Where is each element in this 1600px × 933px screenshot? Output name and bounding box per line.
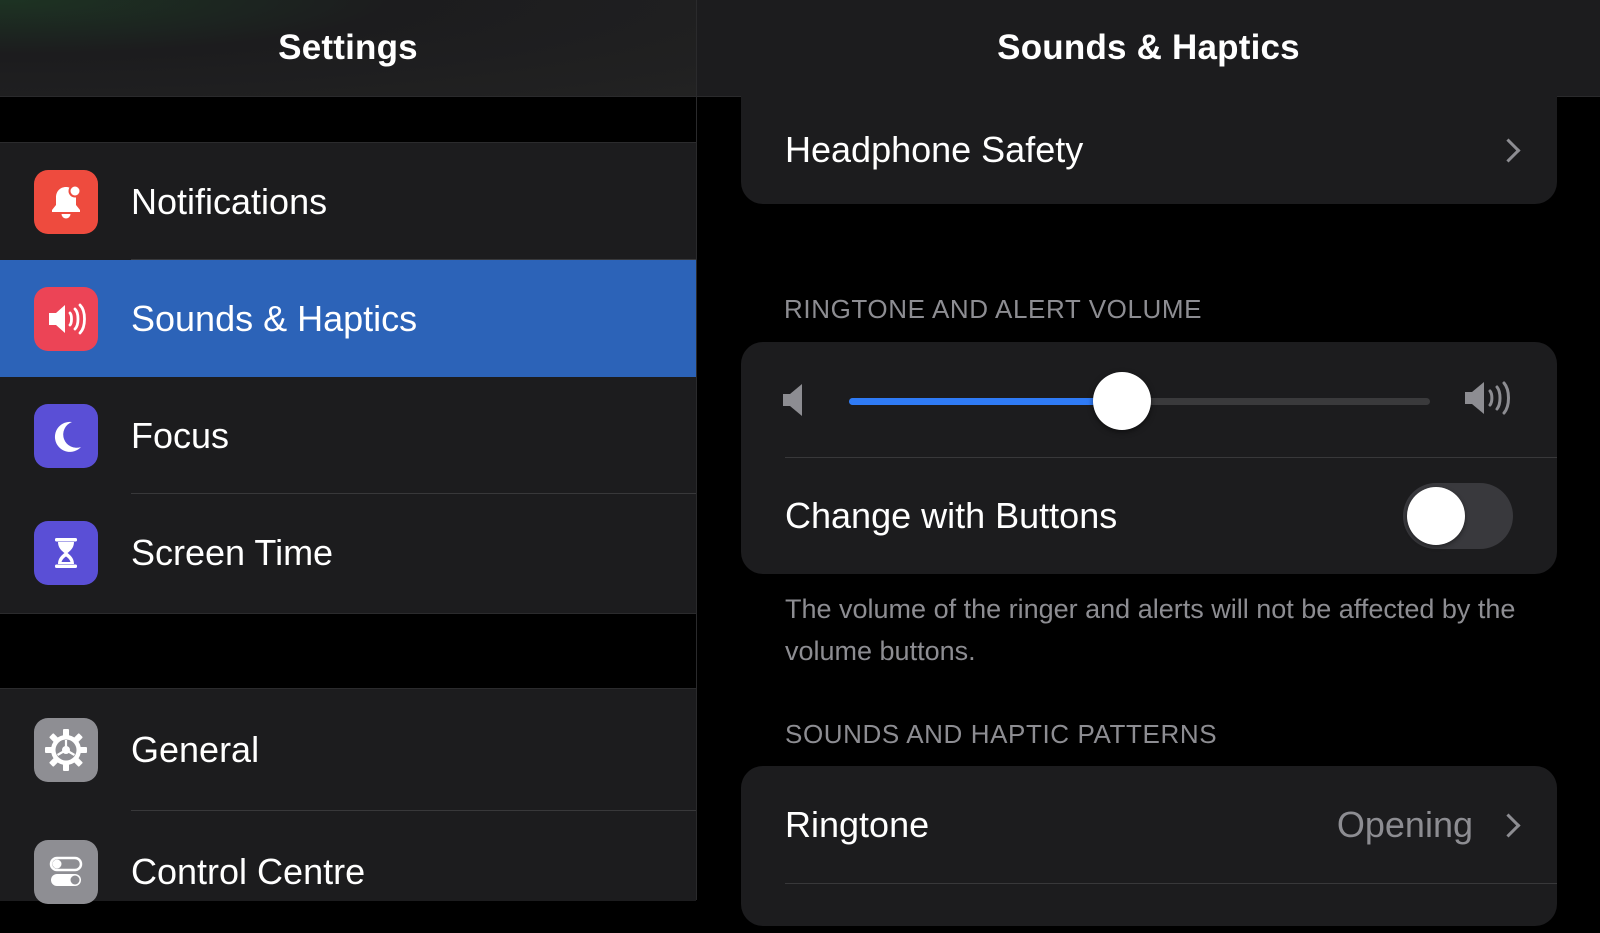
main-header: Sounds & Haptics: [697, 0, 1600, 97]
sidebar-item-label: Focus: [131, 414, 230, 456]
sounds-patterns-section-header: SOUNDS AND HAPTIC PATTERNS: [785, 719, 1218, 749]
sidebar-item-general[interactable]: General: [0, 689, 696, 811]
toggle-knob: [1407, 487, 1465, 545]
sidebar-group-2: General Control Centre: [0, 688, 696, 904]
change-with-buttons-row: Change with Buttons: [741, 458, 1557, 574]
sidebar-item-label: Notifications: [131, 180, 328, 222]
sidebar-title: Settings: [278, 28, 418, 67]
change-with-buttons-toggle[interactable]: [1403, 483, 1513, 549]
ringtone-row[interactable]: Ringtone Opening: [741, 766, 1557, 884]
speaker-low-icon: [781, 382, 813, 423]
sounds-patterns-card: Ringtone Opening: [741, 766, 1557, 926]
ringtone-volume-card: Change with Buttons: [741, 342, 1557, 574]
ringtone-volume-section-header: RINGTONE AND ALERT VOLUME: [784, 294, 1203, 324]
sidebar-item-control-centre[interactable]: Control Centre: [0, 811, 696, 933]
divider: [785, 883, 1557, 884]
hourglass-icon: [34, 520, 98, 585]
speaker-icon: [34, 286, 98, 351]
sidebar-header: Settings: [0, 0, 696, 97]
sidebar-item-screen-time[interactable]: Screen Time: [0, 494, 696, 611]
ringtone-label: Ringtone: [785, 804, 930, 845]
sounds-haptics-pane: Sounds & Haptics Headphone Safety RINGTO…: [697, 0, 1600, 926]
chevron-right-icon: [1496, 137, 1521, 163]
toggles-icon: [34, 840, 98, 904]
sidebar-item-notifications[interactable]: Notifications: [0, 143, 696, 260]
bell-icon: [34, 169, 98, 234]
volume-slider-row: [741, 342, 1557, 458]
volume-slider-fill: [849, 398, 1123, 405]
volume-slider[interactable]: [849, 372, 1430, 430]
sidebar-item-label: Control Centre: [131, 851, 366, 892]
sidebar-item-label: Sounds & Haptics: [131, 297, 418, 339]
sidebar-item-focus[interactable]: Focus: [0, 377, 696, 494]
sidebar-item-sounds-haptics[interactable]: Sounds & Haptics: [0, 260, 696, 377]
chevron-right-icon: [1496, 812, 1521, 838]
sidebar-item-label: General: [131, 729, 260, 770]
change-with-buttons-footnote: The volume of the ringer and alerts will…: [785, 594, 1516, 666]
moon-icon: [34, 403, 98, 468]
speaker-high-icon: [1463, 378, 1517, 423]
ringtone-value: Opening: [1336, 804, 1473, 845]
headphone-safety-label: Headphone Safety: [785, 129, 1084, 170]
headphone-safety-card: Headphone Safety: [741, 96, 1557, 204]
volume-slider-thumb[interactable]: [1093, 372, 1152, 430]
settings-sidebar: Settings Notifications Sounds & Haptics …: [0, 0, 697, 904]
sidebar-group-1: Notifications Sounds & Haptics Focus Scr…: [0, 142, 696, 614]
gear-icon: [34, 718, 98, 782]
change-with-buttons-label: Change with Buttons: [785, 495, 1118, 536]
headphone-safety-row[interactable]: Headphone Safety: [741, 96, 1557, 204]
page-title: Sounds & Haptics: [997, 28, 1300, 67]
sidebar-item-label: Screen Time: [131, 531, 334, 573]
